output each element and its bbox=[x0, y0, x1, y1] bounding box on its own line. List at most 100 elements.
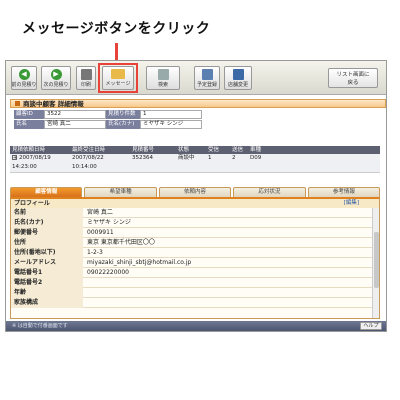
history-table: 見積依頼日時 最終受注日時 見積番号 状態 受信 送信 車種 +2007/08/… bbox=[10, 146, 380, 173]
info-grid: 顧客ID 3522 見積り件数 1 氏名 宮崎 真二 氏名(カナ) ミヤザキ シ… bbox=[14, 110, 386, 129]
profile-value: 09022220000 bbox=[87, 269, 129, 276]
next-estimate-label: 次の見積り bbox=[43, 82, 69, 88]
list-item: 家族構成 bbox=[11, 298, 379, 308]
history-col: 送信 bbox=[230, 146, 248, 154]
back-to-list-label-2: 戻る bbox=[347, 80, 359, 86]
edit-link[interactable]: [編集] bbox=[344, 199, 359, 208]
list-item: 住所 東京 東京都千代田区〇〇 bbox=[11, 238, 379, 248]
history-col: 見積番号 bbox=[130, 146, 176, 154]
search-label: 検索 bbox=[157, 82, 168, 88]
table-row[interactable]: +2007/08/19 14:23:00 2007/08/22 10:14:00… bbox=[10, 154, 380, 173]
list-item: 氏名(カナ) ミヤザキ シンジ bbox=[11, 218, 379, 228]
profile-value: 東京 東京都千代田区〇〇 bbox=[87, 239, 155, 246]
prev-estimate-label: 前の見積り bbox=[11, 82, 37, 88]
name-kana-key: 氏名(カナ) bbox=[106, 120, 140, 129]
profile-header-text: プロフィール bbox=[14, 200, 50, 207]
history-cell: 商談中 bbox=[176, 154, 206, 173]
detail-tabs: 顧客情報 希望車種 依頼内容 応対状況 参考情報 bbox=[10, 187, 381, 197]
status-bar: ※ は自動で付番画面です ヘルプ bbox=[6, 321, 386, 331]
profile-value: miyazaki_shinji_sbtj@hotmail.co.jp bbox=[87, 259, 192, 266]
history-col: 状態 bbox=[176, 146, 206, 154]
list-item: 電話番号1 09022220000 bbox=[11, 268, 379, 278]
profile-key: 電話番号2 bbox=[11, 278, 83, 288]
history-col bbox=[264, 146, 380, 154]
detail-title: 商談中顧客 詳細情報 bbox=[10, 99, 386, 108]
tab-reference[interactable]: 参考情報 bbox=[307, 187, 381, 197]
help-button[interactable]: ヘルプ bbox=[360, 322, 382, 330]
detail-title-text: 商談中顧客 詳細情報 bbox=[23, 99, 84, 108]
profile-header: プロフィール [編集] bbox=[11, 199, 379, 208]
print-label: 印刷 bbox=[80, 82, 91, 88]
name-kana-value: ミヤザキ シンジ bbox=[140, 120, 202, 129]
printer-icon bbox=[80, 69, 92, 80]
scrollbar-thumb[interactable] bbox=[374, 232, 379, 288]
history-cell: 1 bbox=[206, 154, 230, 173]
next-estimate-button[interactable]: ▶ 次の見積り bbox=[41, 66, 71, 90]
profile-panel: プロフィール [編集] 名前 宮崎 真二 氏名(カナ) ミヤザキ シンジ 郵便番号 0… bbox=[10, 197, 380, 319]
prev-estimate-button[interactable]: ◀ 前の見積り bbox=[11, 66, 37, 90]
customer-id-key: 顧客ID bbox=[14, 110, 44, 119]
history-col: 受信 bbox=[206, 146, 230, 154]
profile-scrollbar[interactable] bbox=[372, 208, 379, 318]
back-to-list-button[interactable]: リスト画面に 戻る bbox=[328, 68, 378, 88]
print-button[interactable]: 印刷 bbox=[76, 66, 96, 90]
history-cell: D09 bbox=[248, 154, 264, 173]
toolbar: ◀ 前の見積り ▶ 次の見積り 印刷 メッセージ 検索 予定登録 店舗変更 リス… bbox=[6, 61, 386, 95]
message-button-highlight bbox=[98, 63, 138, 93]
profile-key: 年齢 bbox=[11, 288, 83, 298]
customer-id-value: 3522 bbox=[44, 110, 106, 119]
title-marker-icon bbox=[15, 101, 20, 106]
tab-request[interactable]: 依頼内容 bbox=[158, 187, 232, 197]
list-item: 電話番号2 bbox=[11, 278, 379, 288]
name-value: 宮崎 真二 bbox=[44, 120, 106, 129]
tab-response-status[interactable]: 応対状況 bbox=[233, 187, 306, 197]
list-item: 郵便番号 0009911 bbox=[11, 228, 379, 238]
back-to-list-label-1: リスト画面に bbox=[336, 72, 370, 78]
app-window: ◀ 前の見積り ▶ 次の見積り 印刷 メッセージ 検索 予定登録 店舗変更 リス… bbox=[5, 60, 387, 332]
history-col: 見積依頼日時 bbox=[10, 146, 70, 154]
profile-value: 宮崎 真二 bbox=[87, 209, 113, 216]
profile-key: 住所 bbox=[11, 238, 83, 248]
profile-key: 氏名(カナ) bbox=[11, 218, 83, 228]
list-item: 住所(番地以下) 1-2-3 bbox=[11, 248, 379, 258]
history-cell: 2007/08/22 10:14:00 bbox=[70, 154, 130, 173]
profile-value: ミヤザキ シンジ bbox=[87, 219, 131, 226]
profile-value: 1-2-3 bbox=[87, 249, 103, 256]
name-key: 氏名 bbox=[14, 120, 44, 129]
history-col: 最終受注日時 bbox=[70, 146, 130, 154]
tab-desired-model[interactable]: 希望車種 bbox=[84, 187, 157, 197]
list-item: メールアドレス miyazaki_shinji_sbtj@hotmail.co.j… bbox=[11, 258, 379, 268]
profile-value bbox=[83, 298, 379, 308]
detail-panel: 商談中顧客 詳細情報 顧客ID 3522 見積り件数 1 氏名 宮崎 真二 氏名… bbox=[10, 99, 386, 129]
calendar-icon bbox=[201, 69, 213, 80]
estimate-count-value: 1 bbox=[140, 110, 202, 119]
arrow-right-icon: ▶ bbox=[50, 69, 62, 80]
tab-customer-info[interactable]: 顧客情報 bbox=[10, 187, 83, 197]
profile-key: 電話番号1 bbox=[11, 268, 83, 278]
search-button[interactable]: 検索 bbox=[146, 66, 180, 90]
history-cell: 352364 bbox=[130, 154, 176, 173]
history-col: 車種 bbox=[248, 146, 264, 154]
search-icon bbox=[157, 69, 169, 80]
history-date: 2007/08/19 14:23:00 bbox=[12, 155, 51, 170]
history-cell bbox=[264, 154, 380, 173]
estimate-count-key: 見積り件数 bbox=[106, 110, 140, 119]
profile-key: メールアドレス bbox=[11, 258, 83, 268]
profile-key: 住所(番地以下) bbox=[11, 248, 83, 258]
instruction-caption: メッセージボタンをクリック bbox=[22, 21, 211, 37]
window-icon bbox=[232, 69, 244, 80]
arrow-left-icon: ◀ bbox=[18, 69, 30, 80]
profile-value: 0009911 bbox=[87, 229, 114, 236]
store-change-button[interactable]: 店舗変更 bbox=[224, 66, 252, 90]
expand-icon[interactable]: + bbox=[12, 155, 17, 161]
profile-value bbox=[83, 288, 379, 298]
profile-key: 郵便番号 bbox=[11, 228, 83, 238]
profile-value bbox=[83, 278, 379, 288]
history-cell: 2 bbox=[230, 154, 248, 173]
profile-key: 名前 bbox=[11, 208, 83, 218]
list-item: 名前 宮崎 真二 bbox=[11, 208, 379, 218]
schedule-button[interactable]: 予定登録 bbox=[194, 66, 220, 90]
status-text: ※ は自動で付番画面です bbox=[12, 323, 68, 329]
history-header: 見積依頼日時 最終受注日時 見積番号 状態 受信 送信 車種 bbox=[10, 146, 380, 154]
list-item: 年齢 bbox=[11, 288, 379, 298]
